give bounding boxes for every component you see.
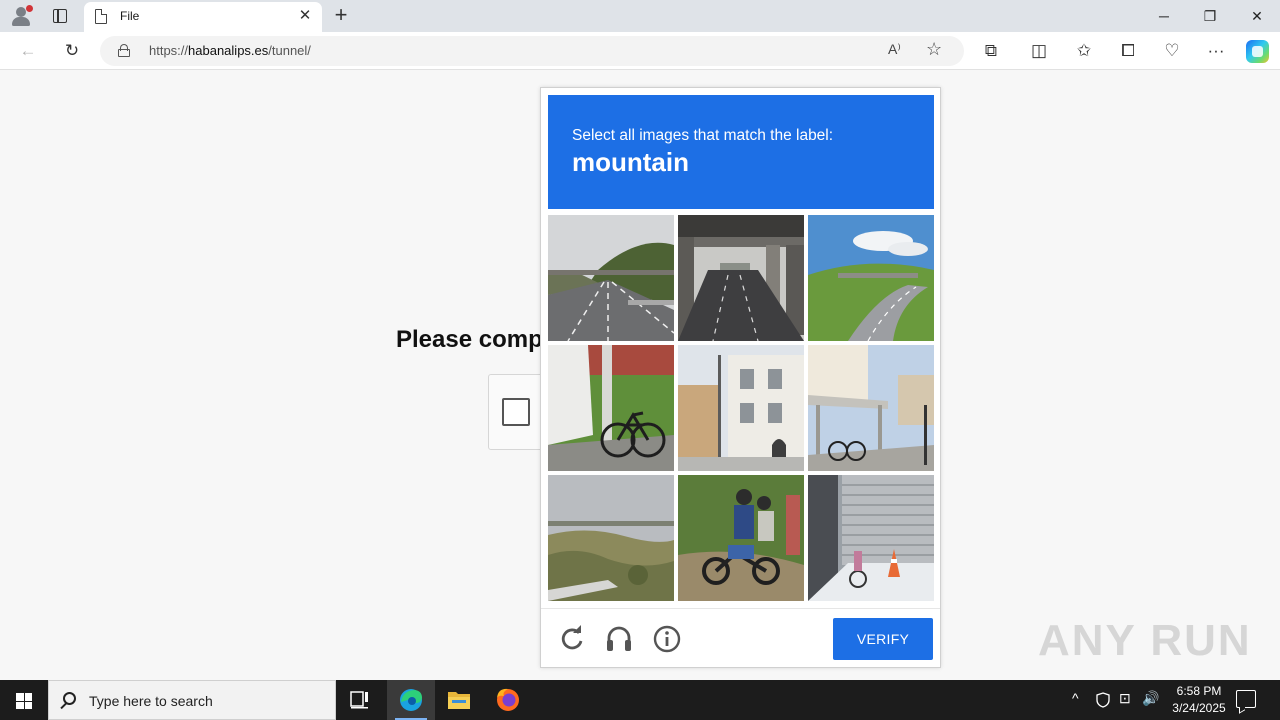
edge-taskbar-button[interactable] bbox=[387, 680, 435, 720]
address-bar[interactable]: https://habanalips.es/tunnel/ A⁾ ☆ bbox=[100, 36, 964, 66]
clock-date: 3/24/2025 bbox=[1172, 701, 1226, 715]
captcha-task-header: Select all images that match the label: … bbox=[548, 95, 934, 209]
search-placeholder: Type here to search bbox=[89, 693, 213, 709]
taskbar-clock[interactable]: 6:58 PM 3/24/2025 bbox=[1160, 683, 1238, 717]
captcha-image-grid bbox=[548, 215, 934, 601]
new-tab-button[interactable]: + bbox=[330, 3, 352, 27]
refresh-icon[interactable] bbox=[557, 624, 587, 654]
task-view-icon bbox=[350, 691, 368, 709]
add-favorite-icon[interactable]: ☆ bbox=[926, 39, 942, 60]
tab-title: File bbox=[120, 9, 140, 23]
captcha-tile-4[interactable] bbox=[548, 345, 674, 471]
refresh-button[interactable]: ↻ bbox=[58, 37, 86, 65]
tile-image bbox=[548, 475, 674, 601]
page-prompt-text: Please comp bbox=[396, 326, 543, 353]
captcha-tile-8[interactable] bbox=[678, 475, 804, 601]
firefox-taskbar-button[interactable] bbox=[484, 680, 532, 720]
captcha-tile-3[interactable] bbox=[808, 215, 934, 341]
close-window-button[interactable]: ✕ bbox=[1234, 0, 1280, 32]
verify-button[interactable]: VERIFY bbox=[833, 618, 933, 660]
copilot-icon[interactable] bbox=[1246, 40, 1269, 63]
captcha-tile-7[interactable] bbox=[548, 475, 674, 601]
firefox-icon bbox=[497, 688, 519, 711]
audio-challenge-icon[interactable] bbox=[604, 624, 634, 654]
tab-actions-icon[interactable] bbox=[53, 9, 67, 23]
restore-button[interactable]: ❐ bbox=[1187, 0, 1233, 32]
captcha-footer: VERIFY bbox=[541, 608, 940, 668]
tile-image bbox=[548, 215, 674, 341]
split-screen-icon[interactable]: ◫ bbox=[1025, 37, 1053, 65]
defender-shield-icon[interactable] bbox=[1096, 692, 1110, 708]
minimize-button[interactable]: ─ bbox=[1141, 0, 1187, 32]
tile-image bbox=[808, 215, 934, 341]
favorites-icon[interactable]: ✩ bbox=[1070, 37, 1098, 65]
captcha-checkbox-widget bbox=[488, 374, 548, 450]
clock-time: 6:58 PM bbox=[1176, 684, 1222, 698]
volume-icon[interactable]: 🔊 bbox=[1142, 690, 1159, 707]
file-explorer-taskbar-button[interactable] bbox=[435, 680, 483, 720]
taskbar-search-box[interactable]: Type here to search bbox=[48, 680, 336, 720]
tile-image bbox=[808, 345, 934, 471]
tile-image bbox=[678, 215, 804, 341]
edge-icon bbox=[400, 689, 422, 711]
windows-taskbar: Type here to search ^ ⊡ 🔊 6:58 PM 3/24/2… bbox=[0, 680, 1280, 720]
browser-tab[interactable]: File ✕ bbox=[84, 2, 322, 32]
watermark-text: ANY RUN bbox=[1038, 616, 1252, 665]
read-aloud-icon[interactable]: A⁾ bbox=[888, 41, 901, 58]
browser-toolbar: ← ↻ https://habanalips.es/tunnel/ A⁾ ☆ ⧉… bbox=[0, 32, 1280, 70]
captcha-tile-9[interactable] bbox=[808, 475, 934, 601]
page-icon bbox=[95, 9, 107, 24]
settings-more-icon[interactable]: ··· bbox=[1202, 37, 1230, 65]
browser-tab-strip: File ✕ + ─ ❐ ✕ bbox=[0, 0, 1280, 32]
tile-image bbox=[808, 475, 934, 601]
folder-icon bbox=[448, 692, 470, 709]
back-button[interactable]: ← bbox=[14, 37, 42, 65]
search-icon bbox=[63, 692, 76, 705]
extensions-icon[interactable]: ⧉ bbox=[977, 37, 1005, 65]
tile-image bbox=[548, 345, 674, 471]
tab-close-button[interactable]: ✕ bbox=[296, 7, 314, 25]
tile-image bbox=[678, 345, 804, 471]
captcha-challenge-dialog: Select all images that match the label: … bbox=[540, 87, 941, 668]
captcha-tile-5[interactable] bbox=[678, 345, 804, 471]
captcha-checkbox[interactable] bbox=[502, 398, 530, 426]
captcha-tile-1[interactable] bbox=[548, 215, 674, 341]
task-view-button[interactable] bbox=[336, 680, 384, 720]
url-text[interactable]: https://habanalips.es/tunnel/ bbox=[149, 43, 311, 58]
captcha-label: mountain bbox=[572, 147, 689, 177]
profile-avatar-icon[interactable] bbox=[10, 5, 33, 27]
tile-image bbox=[678, 475, 804, 601]
captcha-tile-6[interactable] bbox=[808, 345, 934, 471]
lock-icon[interactable] bbox=[118, 44, 130, 57]
start-button[interactable] bbox=[0, 680, 48, 720]
captcha-tile-2[interactable] bbox=[678, 215, 804, 341]
tray-overflow-chevron-icon[interactable]: ^ bbox=[1072, 690, 1079, 706]
network-icon[interactable]: ⊡ bbox=[1119, 690, 1131, 707]
captcha-instruction: Select all images that match the label: bbox=[572, 127, 834, 144]
collections-icon[interactable]: ⧠ bbox=[1114, 37, 1142, 65]
info-icon[interactable] bbox=[652, 624, 682, 654]
notification-center-icon[interactable] bbox=[1236, 690, 1256, 708]
browser-essentials-icon[interactable]: ♡ bbox=[1158, 37, 1186, 65]
